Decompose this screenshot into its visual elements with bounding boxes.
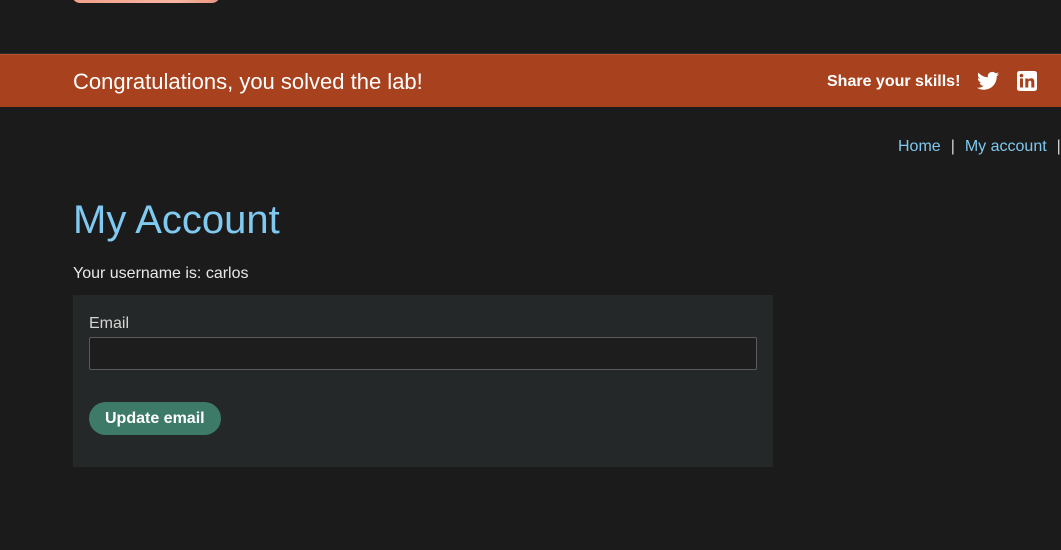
share-skills-label: Share your skills! (827, 73, 961, 90)
lab-solved-message: Congratulations, you solved the lab! (73, 69, 423, 94)
email-input[interactable] (89, 337, 757, 370)
top-header (0, 0, 1061, 54)
update-email-form: Email Update email (73, 295, 773, 467)
twitter-icon[interactable] (977, 71, 999, 91)
email-label: Email (89, 315, 130, 332)
top-nav: Home | My account | (898, 138, 1061, 156)
site-logo (72, 0, 220, 3)
linkedin-icon[interactable] (1017, 71, 1037, 91)
lab-solved-banner: Congratulations, you solved the lab! Sha… (0, 54, 1061, 107)
nav-separator: | (950, 138, 955, 155)
nav-my-account-link[interactable]: My account (965, 138, 1047, 155)
username-text: Your username is: carlos (73, 265, 249, 282)
update-email-button[interactable]: Update email (89, 402, 221, 435)
page-title: My Account (73, 198, 280, 242)
nav-home-link[interactable]: Home (898, 138, 941, 155)
nav-separator: | (1056, 138, 1061, 155)
